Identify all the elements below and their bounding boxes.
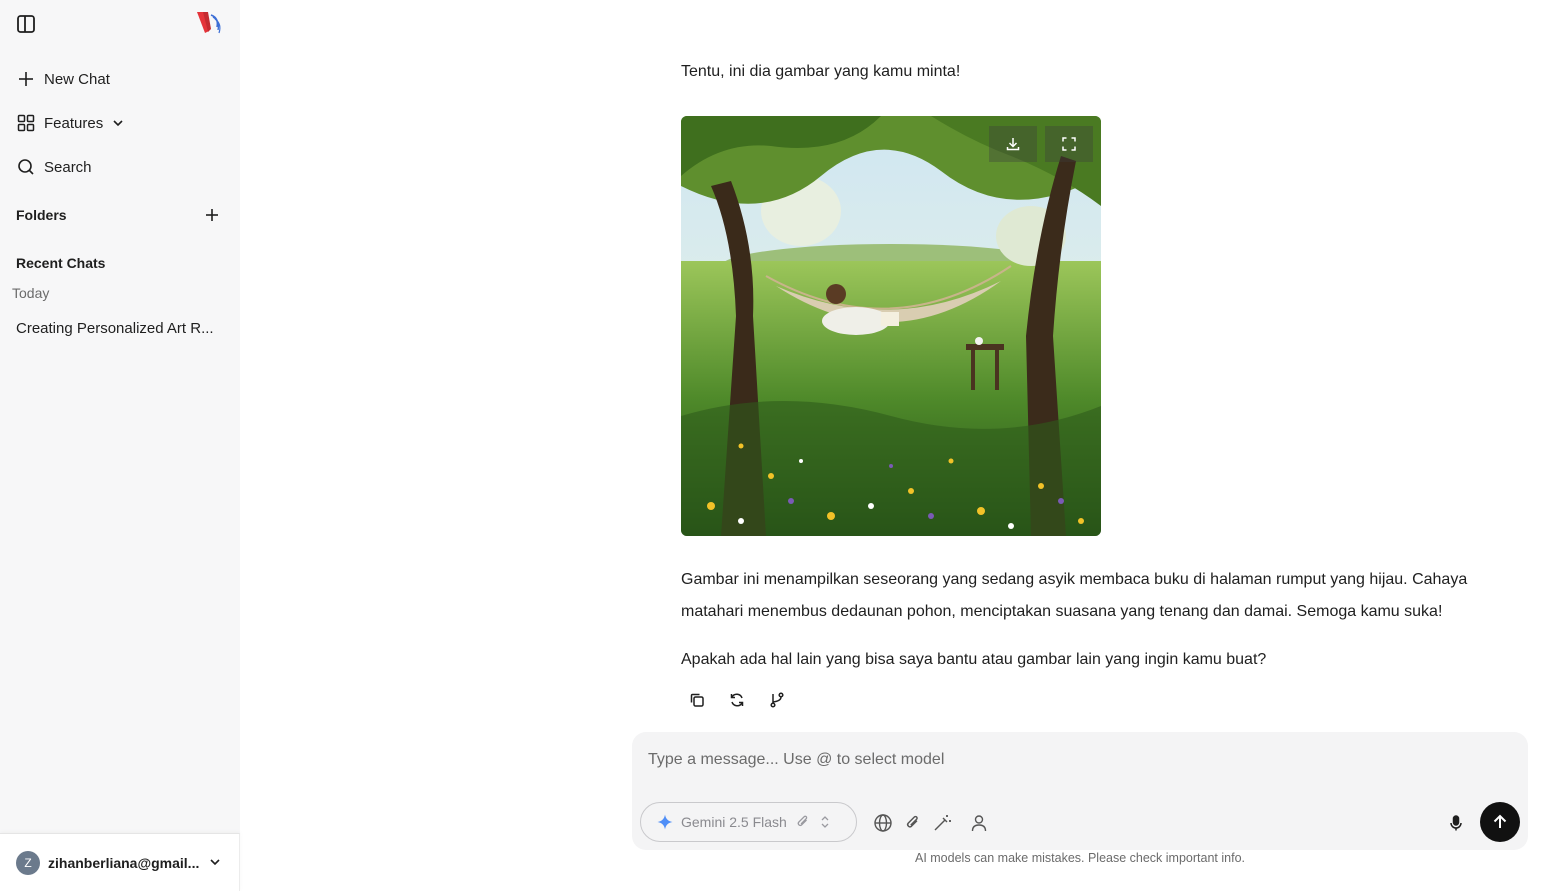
download-image-button[interactable] [989, 126, 1037, 162]
regenerate-button[interactable] [726, 689, 748, 711]
message-input[interactable] [648, 748, 1508, 772]
add-folder-button[interactable] [202, 205, 222, 225]
paperclip-icon [907, 815, 918, 828]
chevron-down-icon [210, 859, 220, 866]
user-account-menu[interactable]: Z zihanberliana@gmail... [0, 833, 240, 891]
branch-button[interactable] [766, 689, 788, 711]
git-branch-icon [770, 692, 784, 708]
app-logo-icon [194, 9, 226, 37]
recent-chats-title: Recent Chats [16, 255, 106, 271]
copy-button[interactable] [686, 689, 708, 711]
features-menu-button[interactable]: Features [16, 109, 125, 137]
arrow-up-icon [1493, 814, 1507, 828]
persona-button[interactable] [968, 812, 990, 834]
new-chat-button[interactable]: New Chat [16, 65, 110, 93]
voice-input-button[interactable] [1445, 812, 1467, 834]
fullscreen-image-button[interactable] [1045, 126, 1093, 162]
user-email: zihanberliana@gmail... [48, 854, 200, 871]
assistant-message-followup: Apakah ada hal lain yang bisa saya bantu… [681, 651, 1267, 668]
sidebar-toggle-icon[interactable] [14, 12, 38, 36]
copy-icon [690, 693, 704, 707]
send-button[interactable] [1480, 802, 1520, 842]
disclaimer-text: AI models can make mistakes. Please chec… [914, 851, 1245, 865]
sidebar: New Chat Features Search Folders Recent … [0, 0, 240, 891]
attach-file-button[interactable] [902, 812, 924, 834]
search-label: Search [44, 158, 92, 176]
folders-title: Folders [16, 207, 67, 223]
expand-icon [1062, 137, 1076, 151]
avatar: Z [16, 850, 40, 875]
magic-wand-icon [934, 815, 951, 831]
assistant-message-description-line1: Gambar ini menampilkan seseorang yang se… [681, 571, 1468, 588]
assistant-message-description-line2: matahari menembus dedaunan pohon, mencip… [681, 603, 1443, 620]
web-search-button[interactable] [872, 812, 894, 834]
search-button[interactable]: Search [16, 153, 92, 181]
search-icon [18, 159, 34, 175]
message-actions [686, 689, 788, 711]
chevron-down-icon [113, 120, 123, 127]
microphone-icon [1450, 815, 1462, 831]
today-label: Today [12, 285, 50, 301]
chat-list-item[interactable]: Creating Personalized Art R... [16, 320, 214, 337]
new-chat-label: New Chat [44, 70, 110, 88]
chevron-up-down-icon [821, 816, 829, 828]
sparkle-icon [657, 814, 673, 830]
refresh-icon [730, 693, 744, 707]
download-icon [1006, 138, 1020, 151]
hammock-meadow-image [681, 116, 1101, 536]
model-selector[interactable]: Gemini 2.5 Flash [640, 802, 857, 842]
plus-icon [19, 72, 33, 86]
plus-icon [206, 209, 218, 221]
paperclip-icon [797, 815, 808, 827]
assistant-message-intro: Tentu, ini dia gambar yang kamu minta! [681, 63, 961, 80]
model-name: Gemini 2.5 Flash [681, 814, 787, 830]
features-label: Features [44, 114, 104, 132]
user-icon [971, 815, 987, 832]
message-composer: Gemini 2.5 Flash [632, 732, 1528, 850]
generated-image[interactable] [681, 116, 1101, 536]
globe-icon [874, 814, 892, 832]
image-generation-button[interactable] [931, 812, 953, 834]
app-window: New Chat Features Search Folders Recent … [0, 0, 1547, 891]
grid-icon [17, 114, 35, 132]
